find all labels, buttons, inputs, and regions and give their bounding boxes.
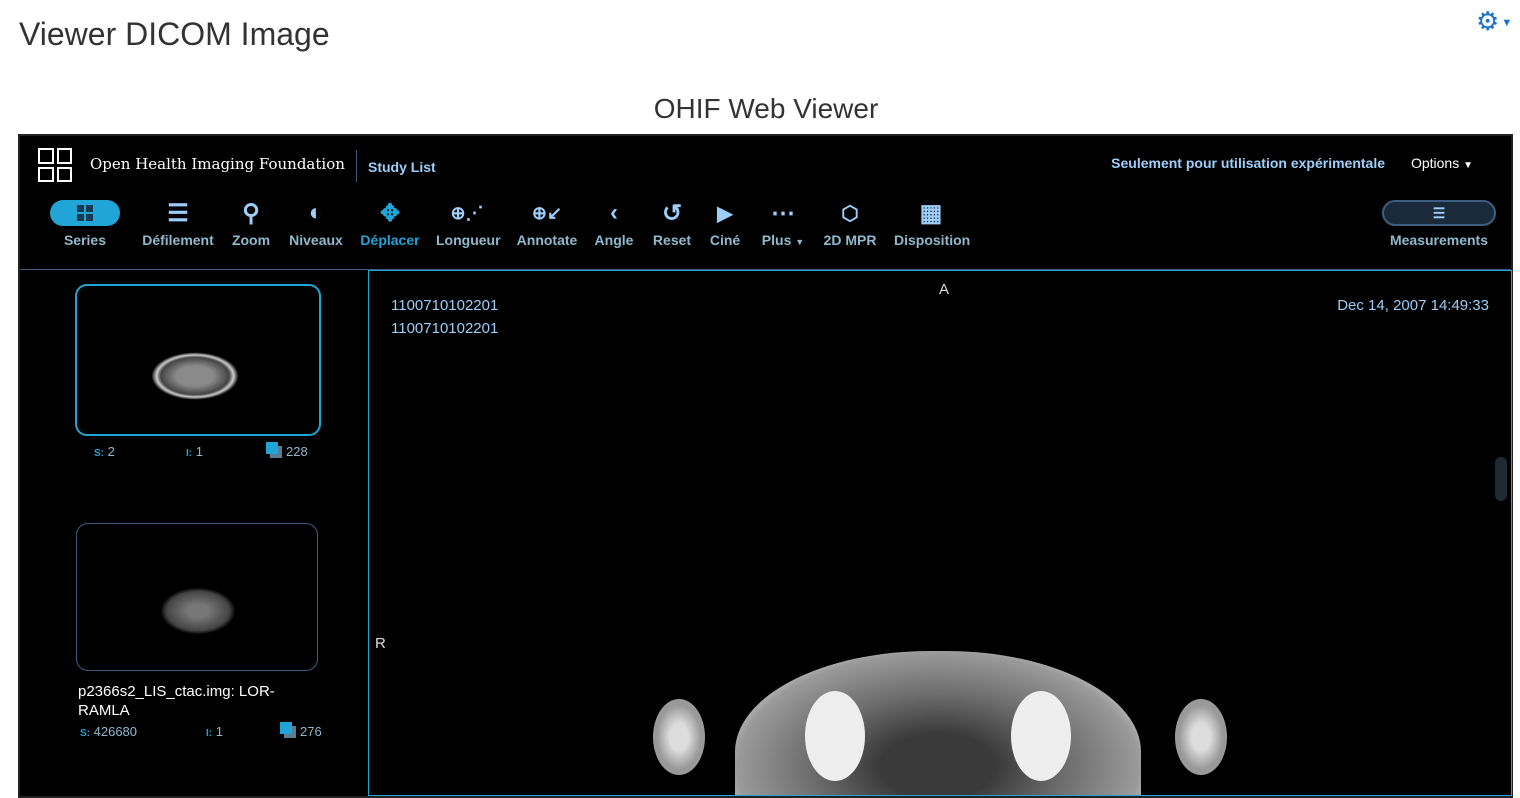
stack-icon <box>266 442 282 458</box>
image-count: 276 <box>280 722 322 739</box>
tool-label: Zoom <box>231 232 271 248</box>
series-label: Series <box>63 232 107 248</box>
series-thumbnail[interactable] <box>75 284 321 436</box>
angle-icon: ‹ <box>610 199 618 226</box>
tool-label: Ciné <box>709 232 741 248</box>
search-icon: ⚲ <box>242 199 260 227</box>
page-title: Viewer DICOM Image <box>19 16 330 52</box>
instance-number: I: 1 <box>206 724 223 739</box>
bars-icon: ☰ <box>167 199 189 227</box>
layout-grid-icon: ▦ <box>919 199 943 227</box>
reset-icon: ↺ <box>661 199 683 227</box>
tool-label: Plus <box>761 232 792 248</box>
list-icon: ☰ <box>1432 204 1446 221</box>
image-count: 228 <box>266 442 308 459</box>
tool-label: Reset <box>652 232 692 248</box>
series-button[interactable]: Series <box>50 194 120 248</box>
stack-icon <box>280 722 296 738</box>
options-menu[interactable]: Options ▼ <box>1411 155 1473 171</box>
viewport-scrollbar[interactable] <box>1495 457 1507 501</box>
ohif-logo-icon[interactable] <box>38 148 72 182</box>
ruler-icon: ⊕⋰ <box>450 202 484 223</box>
study-datetime: Dec 14, 2007 14:49:33 <box>1337 297 1489 314</box>
study-id: 1100710102201 <box>391 320 499 337</box>
tool-label: Niveaux <box>289 232 343 248</box>
tool-more[interactable]: ⋯ Plus ▼ <box>760 194 806 249</box>
series-number: S: 2 <box>94 444 115 459</box>
caret-down-icon: ▼ <box>1463 160 1473 171</box>
series-description: p2366s2_LIS_ctac.img: LOR-RAMLA <box>78 683 275 719</box>
arrow-annotate-icon: ⊕↙ <box>531 202 563 223</box>
series-thumbnail[interactable] <box>76 523 318 671</box>
caret-down-icon: ▼ <box>1501 17 1513 30</box>
tool-scroll[interactable]: ☰ Défilement <box>142 194 214 249</box>
tool-label: Annotate <box>516 232 578 248</box>
settings-menu[interactable]: ⚙ ▼ <box>1476 6 1512 37</box>
ct-image-leg <box>1175 699 1227 775</box>
tool-label: 2D MPR <box>823 232 877 248</box>
toolbar: Series ☰ Défilement ⚲ Zoom ◐ Niveaux ✥ Dépla… <box>20 194 1511 264</box>
tool-label: Angle <box>594 232 634 248</box>
patient-id: 1100710102201 <box>391 297 499 314</box>
viewer-heading: OHIF Web Viewer <box>653 93 879 124</box>
tool-2d-mpr[interactable]: ⬡ 2D MPR <box>822 194 878 249</box>
tool-angle[interactable]: ‹ Angle <box>594 194 634 248</box>
options-label: Options <box>1410 155 1460 171</box>
tool-pan[interactable]: ✥ Déplacer <box>360 194 420 249</box>
divider <box>356 150 357 182</box>
tool-layout[interactable]: ▦ Disposition <box>894 194 971 249</box>
tool-annotate[interactable]: ⊕↙ Annotate <box>516 194 578 249</box>
ct-thumbnail-image <box>151 352 239 400</box>
tool-label: Déplacer <box>360 232 420 248</box>
measurements-label: Measurements <box>1389 232 1489 248</box>
gear-icon: ⚙ <box>1476 6 1500 36</box>
cube-icon: ⬡ <box>841 202 859 225</box>
tool-label: Disposition <box>894 232 971 248</box>
measurements-button[interactable]: ☰ Measurements <box>1380 194 1498 248</box>
tool-zoom[interactable]: ⚲ Zoom <box>230 194 272 249</box>
pet-thumbnail-image <box>161 588 235 634</box>
notice-text: Seulement pour utilisation expérimentale <box>1111 155 1385 171</box>
study-list-link[interactable]: Study List <box>368 159 436 175</box>
caret-down-icon: ▼ <box>795 237 805 247</box>
brand-name[interactable]: Open Health Imaging Foundation <box>90 155 345 173</box>
orientation-top: A <box>939 281 950 298</box>
move-icon: ✥ <box>379 199 401 227</box>
image-viewport[interactable]: A R 1100710102201 1100710102201 Dec 14, … <box>368 270 1512 796</box>
series-panel: S: 2 I: 1 228 p2366s2_LIS_ctac.img: LOR-… <box>20 270 368 796</box>
tool-levels[interactable]: ◐ Niveaux <box>288 194 344 248</box>
ohif-viewer: Open Health Imaging Foundation Study Lis… <box>18 134 1513 798</box>
more-icon: ⋯ <box>771 199 795 227</box>
grid-icon <box>77 205 93 221</box>
tool-label: Défilement <box>142 232 214 248</box>
series-number: S: 426680 <box>80 724 138 739</box>
tool-reset[interactable]: ↺ Reset <box>652 194 692 249</box>
tool-length[interactable]: ⊕⋰ Longueur <box>436 194 501 249</box>
ct-image <box>735 651 1141 795</box>
instance-number: I: 1 <box>186 444 203 459</box>
ct-image-leg <box>653 699 705 775</box>
play-icon: ▶ <box>717 202 733 225</box>
orientation-left: R <box>375 635 386 652</box>
tool-label: Longueur <box>436 232 501 248</box>
tool-cine[interactable]: ▶ Ciné <box>708 194 742 249</box>
contrast-icon: ◐ <box>308 199 324 226</box>
